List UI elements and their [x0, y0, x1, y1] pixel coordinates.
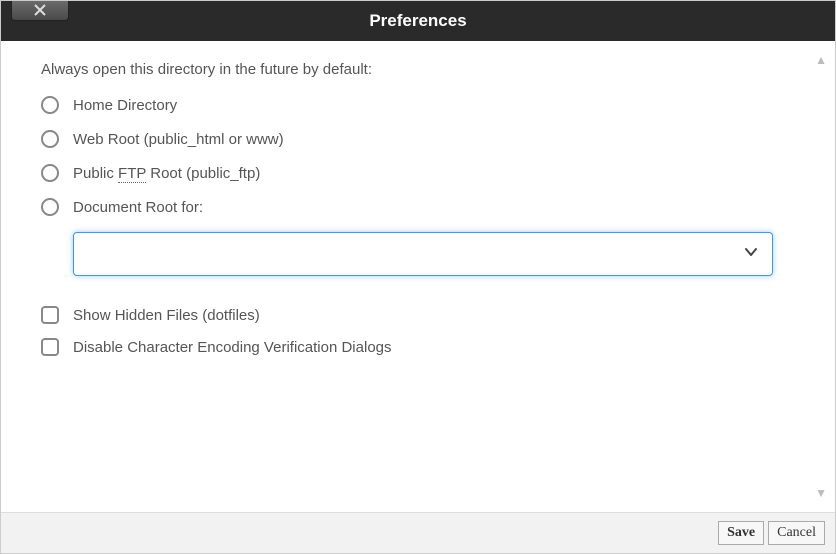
ftp-suffix: Root (public_ftp) [146, 165, 260, 182]
prompt-text: Always open this directory in the future… [41, 61, 795, 78]
checkbox-icon [41, 338, 59, 356]
radio-web-root[interactable]: Web Root (public_html or www) [41, 130, 795, 148]
radio-ftp-root[interactable]: Public FTP Root (public_ftp) [41, 164, 795, 182]
checkbox-icon [41, 306, 59, 324]
radio-label-web-root: Web Root (public_html or www) [73, 131, 284, 148]
radio-label-document-root: Document Root for: [73, 199, 203, 216]
radio-label-ftp-root: Public FTP Root (public_ftp) [73, 165, 260, 182]
close-icon [34, 1, 46, 21]
radio-document-root[interactable]: Document Root for: [41, 198, 795, 216]
save-button[interactable]: Save [718, 521, 764, 545]
radio-icon [41, 96, 59, 114]
ftp-abbr: FTP [118, 165, 146, 183]
document-root-select[interactable] [73, 232, 773, 276]
checkbox-show-hidden[interactable]: Show Hidden Files (dotfiles) [41, 306, 795, 324]
titlebar: Preferences [1, 1, 835, 41]
radio-icon [41, 164, 59, 182]
footer: Save Cancel [1, 512, 835, 553]
preferences-dialog: Preferences Always open this directory i… [0, 0, 836, 554]
ftp-prefix: Public [73, 165, 118, 182]
scroll-up-icon[interactable]: ▲ [815, 53, 827, 67]
content-wrapper: Always open this directory in the future… [1, 41, 835, 512]
checkbox-disable-encoding[interactable]: Disable Character Encoding Verification … [41, 338, 795, 356]
checkbox-label-hidden: Show Hidden Files (dotfiles) [73, 307, 260, 324]
chevron-down-icon [744, 245, 758, 263]
radio-home[interactable]: Home Directory [41, 96, 795, 114]
dialog-title: Preferences [369, 11, 466, 31]
radio-icon [41, 198, 59, 216]
cancel-button[interactable]: Cancel [768, 521, 825, 545]
scroll-down-icon[interactable]: ▼ [815, 486, 827, 500]
content: Always open this directory in the future… [1, 41, 835, 512]
close-button[interactable] [11, 1, 69, 21]
checkbox-label-encoding: Disable Character Encoding Verification … [73, 339, 392, 356]
radio-icon [41, 130, 59, 148]
radio-label-home: Home Directory [73, 97, 177, 114]
